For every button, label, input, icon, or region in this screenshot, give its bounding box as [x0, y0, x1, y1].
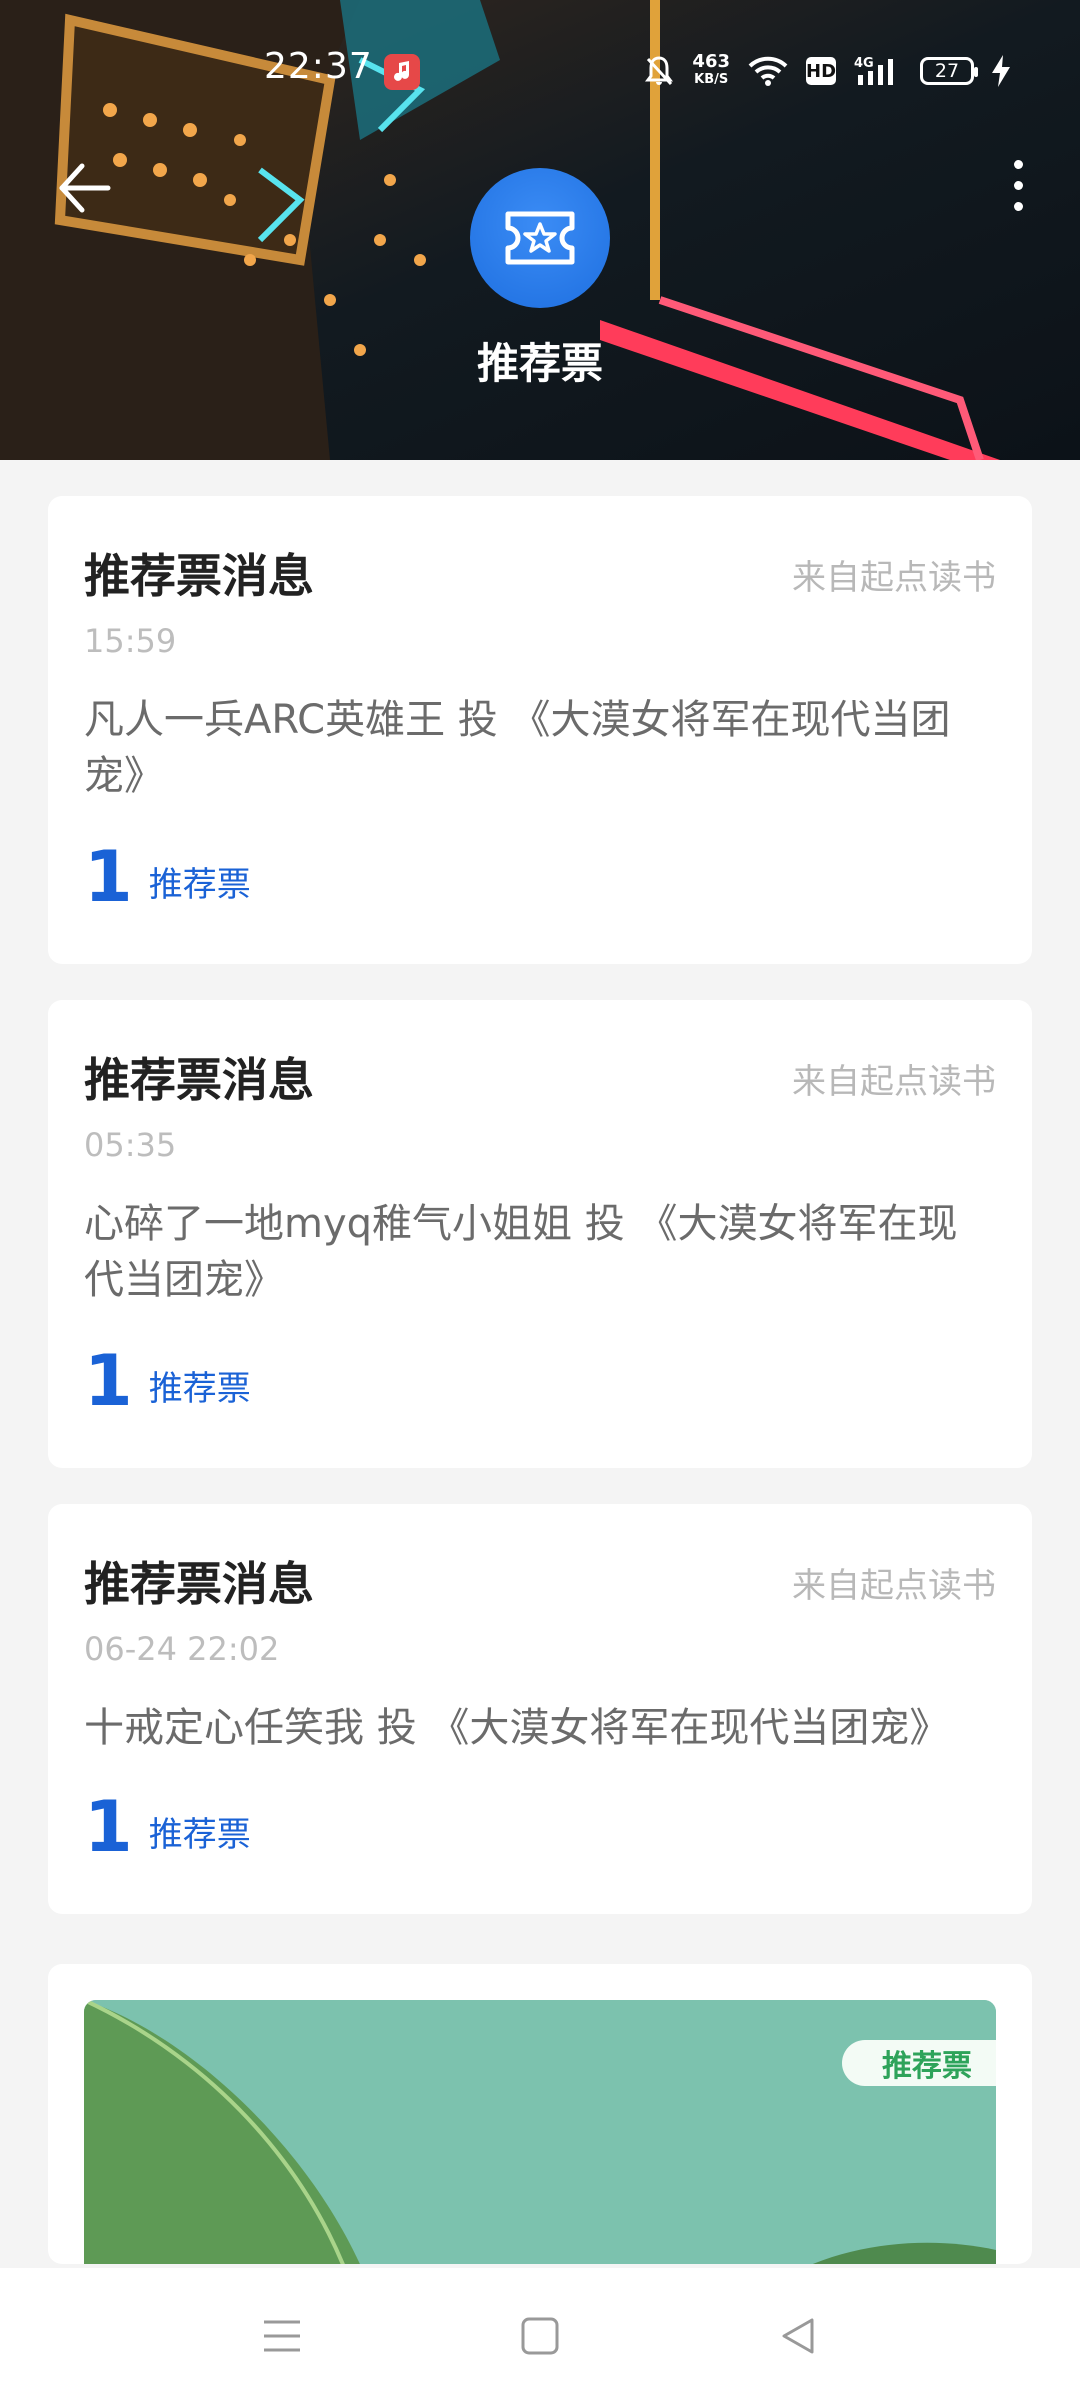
wifi-icon — [748, 56, 788, 86]
more-options-button[interactable] — [998, 150, 1038, 220]
ticket-star-icon — [470, 168, 610, 308]
promo-image[interactable]: 推荐票 — [84, 2000, 996, 2264]
music-app-icon — [384, 54, 420, 90]
status-bar: 22:37 463 KB/S HD 4G 27 — [0, 40, 1080, 100]
promo-tag: 推荐票 — [842, 2040, 996, 2086]
message-source: 来自起点读书 — [792, 1062, 996, 1102]
status-time: 22:37 — [264, 46, 373, 87]
vote-count: 1 推荐票 — [84, 1346, 251, 1416]
message-title: 推荐票消息 — [84, 1557, 314, 1611]
system-nav-bar — [0, 2268, 1080, 2400]
more-dot-icon — [1013, 201, 1023, 211]
page-title: 推荐票 — [476, 339, 603, 388]
vote-count: 1 推荐票 — [84, 1792, 251, 1862]
vote-label: 推荐票 — [148, 1815, 251, 1855]
triangle-back-icon — [782, 2318, 814, 2354]
message-card[interactable]: 推荐票消息 来自起点读书 05:35 心碎了一地myq稚气小姐姐 投 《大漠女将… — [48, 1000, 1032, 1468]
message-time: 15:59 — [84, 622, 177, 660]
square-home-icon — [521, 2317, 559, 2355]
message-source: 来自起点读书 — [792, 558, 996, 598]
back-nav-button[interactable] — [768, 2306, 828, 2366]
message-title: 推荐票消息 — [84, 1053, 314, 1107]
net-speed-value: 463 — [692, 51, 730, 72]
back-button[interactable] — [56, 158, 116, 218]
message-body: 心碎了一地myq稚气小姐姐 投 《大漠女将军在现代当团宠》 — [84, 1201, 958, 1303]
vote-number: 1 — [84, 1340, 133, 1422]
message-body: 凡人一兵ARC英雄王 投 《大漠女将军在现代当团宠》 — [84, 697, 951, 799]
promo-card[interactable]: 推荐票 — [48, 1964, 1032, 2264]
charging-icon — [992, 55, 1010, 87]
hd-badge: HD — [806, 57, 836, 85]
vote-label: 推荐票 — [148, 1369, 251, 1409]
arrow-left-icon — [59, 163, 111, 213]
message-body: 十戒定心任笑我 投 《大漠女将军在现代当团宠》 — [84, 1705, 950, 1751]
status-icons: 463 KB/S HD 4G 27 — [644, 48, 1010, 94]
vote-number: 1 — [84, 836, 133, 918]
message-card[interactable]: 推荐票消息 来自起点读书 15:59 凡人一兵ARC英雄王 投 《大漠女将军在现… — [48, 496, 1032, 964]
home-button[interactable] — [510, 2306, 570, 2366]
vote-count: 1 推荐票 — [84, 842, 251, 912]
more-dot-icon — [1013, 159, 1023, 169]
vote-label: 推荐票 — [148, 865, 251, 905]
message-card[interactable]: 推荐票消息 来自起点读书 06-24 22:02 十戒定心任笑我 投 《大漠女将… — [48, 1504, 1032, 1914]
message-time: 05:35 — [84, 1126, 177, 1164]
mute-bell-icon — [645, 56, 674, 86]
vote-number: 1 — [84, 1786, 133, 1868]
header-banner: 22:37 463 KB/S HD 4G 27 推荐票 — [0, 0, 1080, 460]
net-speed-unit: KB/S — [694, 72, 729, 87]
message-source: 来自起点读书 — [792, 1566, 996, 1606]
network-speed: 463 KB/S — [692, 53, 730, 89]
message-title: 推荐票消息 — [84, 549, 314, 603]
message-time: 06-24 22:02 — [84, 1630, 280, 1668]
more-dot-icon — [1013, 180, 1023, 190]
battery-indicator: 27 — [920, 57, 978, 85]
menu-icon — [264, 2320, 300, 2352]
menu-button[interactable] — [252, 2306, 312, 2366]
svg-text:4G: 4G — [854, 56, 874, 71]
signal-icon: 4G — [854, 56, 893, 85]
